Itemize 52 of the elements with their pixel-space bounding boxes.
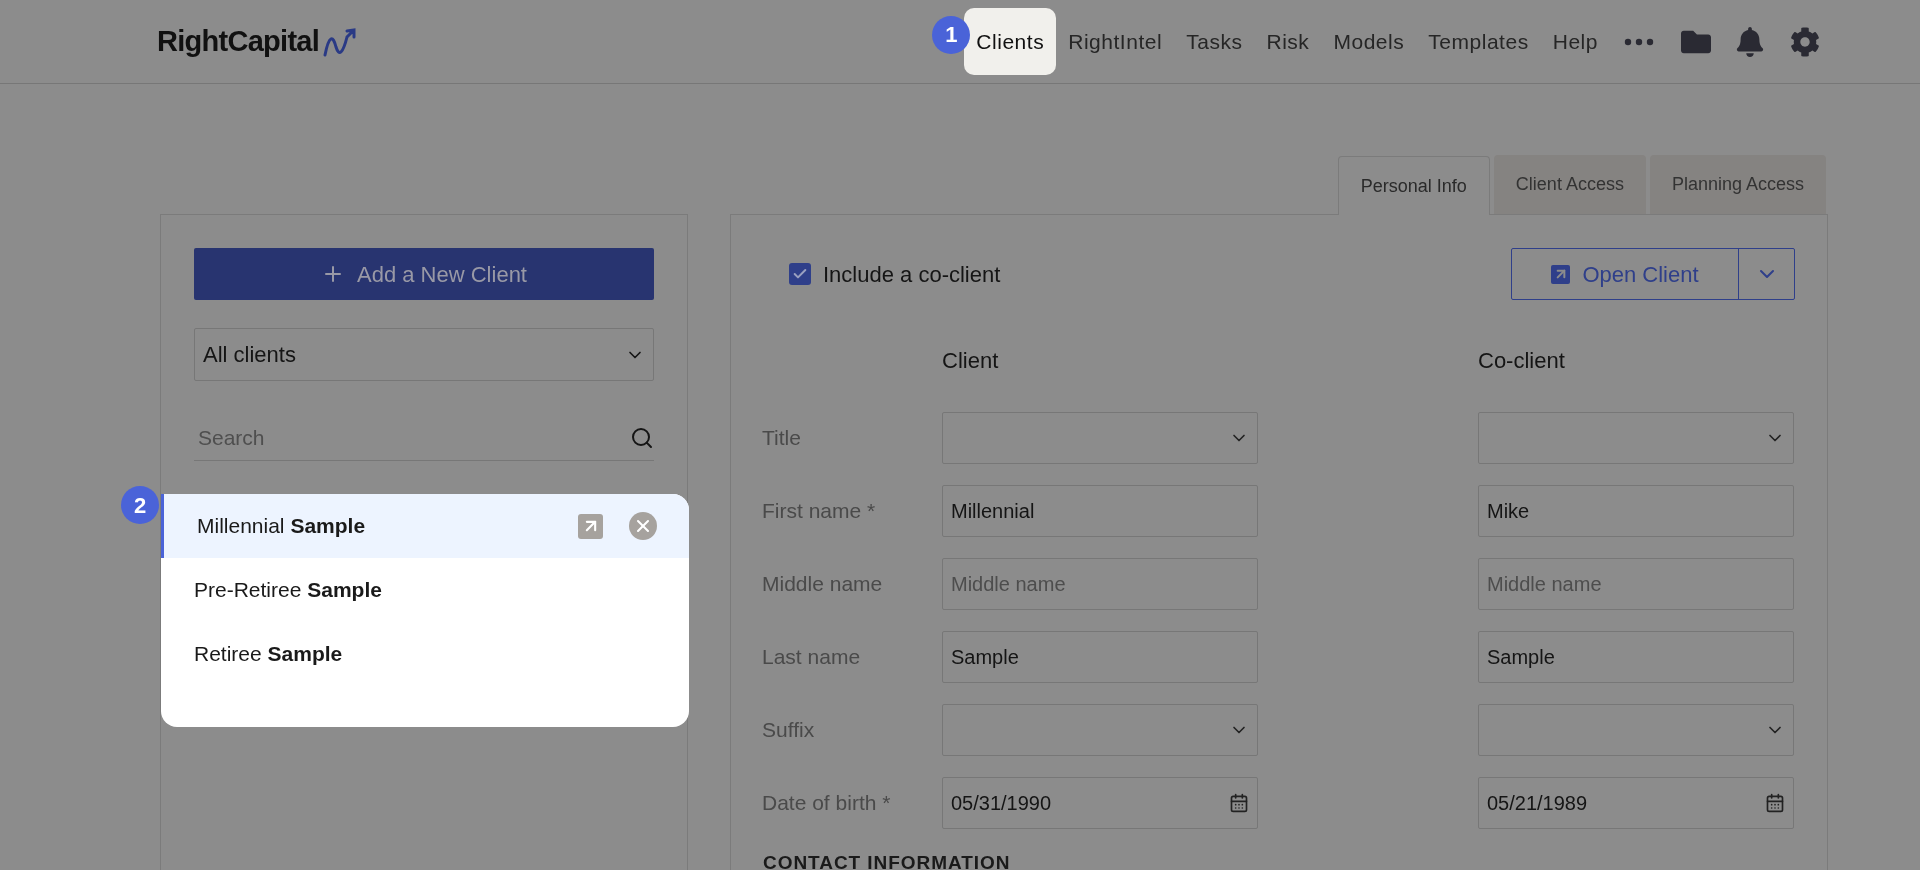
checkbox-label: Include a co-client: [823, 260, 1001, 289]
notification-bell-icon[interactable]: [1736, 26, 1764, 57]
nav-link[interactable]: Templates: [1416, 7, 1541, 76]
tab[interactable]: Personal Info: [1337, 156, 1490, 215]
tab[interactable]: Planning Access: [1649, 155, 1826, 214]
nav-link[interactable]: Models: [1321, 7, 1417, 76]
nav-link[interactable]: Risk: [1254, 7, 1322, 76]
column-header: Client: [942, 347, 1000, 375]
text-field[interactable]: Millennial: [942, 485, 1258, 537]
close-icon[interactable]: [629, 512, 657, 540]
text-field[interactable]: Middle name: [1478, 558, 1794, 610]
field-label: First name *: [762, 498, 877, 525]
field-label: Title: [762, 425, 802, 452]
field-label: Date of birth *: [762, 790, 892, 817]
client-list-item[interactable]: Pre-Retiree Sample: [161, 558, 689, 622]
select-field[interactable]: [1478, 412, 1794, 464]
text-field[interactable]: Middle name: [942, 558, 1258, 610]
add-client-button[interactable]: Add a New Client: [194, 248, 654, 300]
search-icon: [630, 425, 654, 450]
field-label: Last name: [762, 644, 862, 671]
field-label: Suffix: [762, 717, 816, 744]
section-heading: CONTACT INFORMATION: [763, 851, 1012, 870]
more-dots-icon[interactable]: [1624, 37, 1654, 46]
select-field[interactable]: [1478, 704, 1794, 756]
text-field[interactable]: Mike: [1478, 485, 1794, 537]
checkbox[interactable]: [789, 263, 811, 285]
open-external-icon[interactable]: [578, 513, 603, 539]
open-client-button[interactable]: Open Client: [1512, 249, 1738, 299]
column-header: Co-client: [1478, 347, 1566, 375]
client-filter-select[interactable]: All clients: [194, 328, 654, 381]
client-list-item[interactable]: Millennial Sample: [161, 494, 689, 558]
nav-link[interactable]: RightIntel: [1056, 7, 1175, 76]
nav-link[interactable]: Help: [1540, 7, 1610, 76]
calendar-icon: [1229, 793, 1249, 813]
client-list-item[interactable]: Retiree Sample: [161, 622, 689, 686]
select-field[interactable]: [942, 704, 1258, 756]
search-field[interactable]: Search: [198, 421, 578, 454]
step-badge: 2: [121, 486, 159, 524]
nav-link[interactable]: Tasks: [1174, 7, 1255, 76]
field-label: Middle name: [762, 571, 884, 598]
nav-link[interactable]: Clients: [964, 7, 1057, 76]
date-field[interactable]: 05/31/1990: [942, 777, 1258, 829]
step-badge: 1: [932, 15, 971, 54]
text-field[interactable]: Sample: [1478, 631, 1794, 683]
open-external-icon: [1551, 264, 1571, 284]
calendar-icon: [1765, 793, 1785, 813]
select-field[interactable]: [942, 412, 1258, 464]
tab[interactable]: Client Access: [1493, 155, 1646, 214]
logo-wordmark[interactable]: RightCapital: [157, 19, 320, 64]
settings-icon[interactable]: [1790, 26, 1820, 57]
text-field[interactable]: Sample: [942, 631, 1258, 683]
date-field[interactable]: 05/21/1989: [1478, 777, 1794, 829]
